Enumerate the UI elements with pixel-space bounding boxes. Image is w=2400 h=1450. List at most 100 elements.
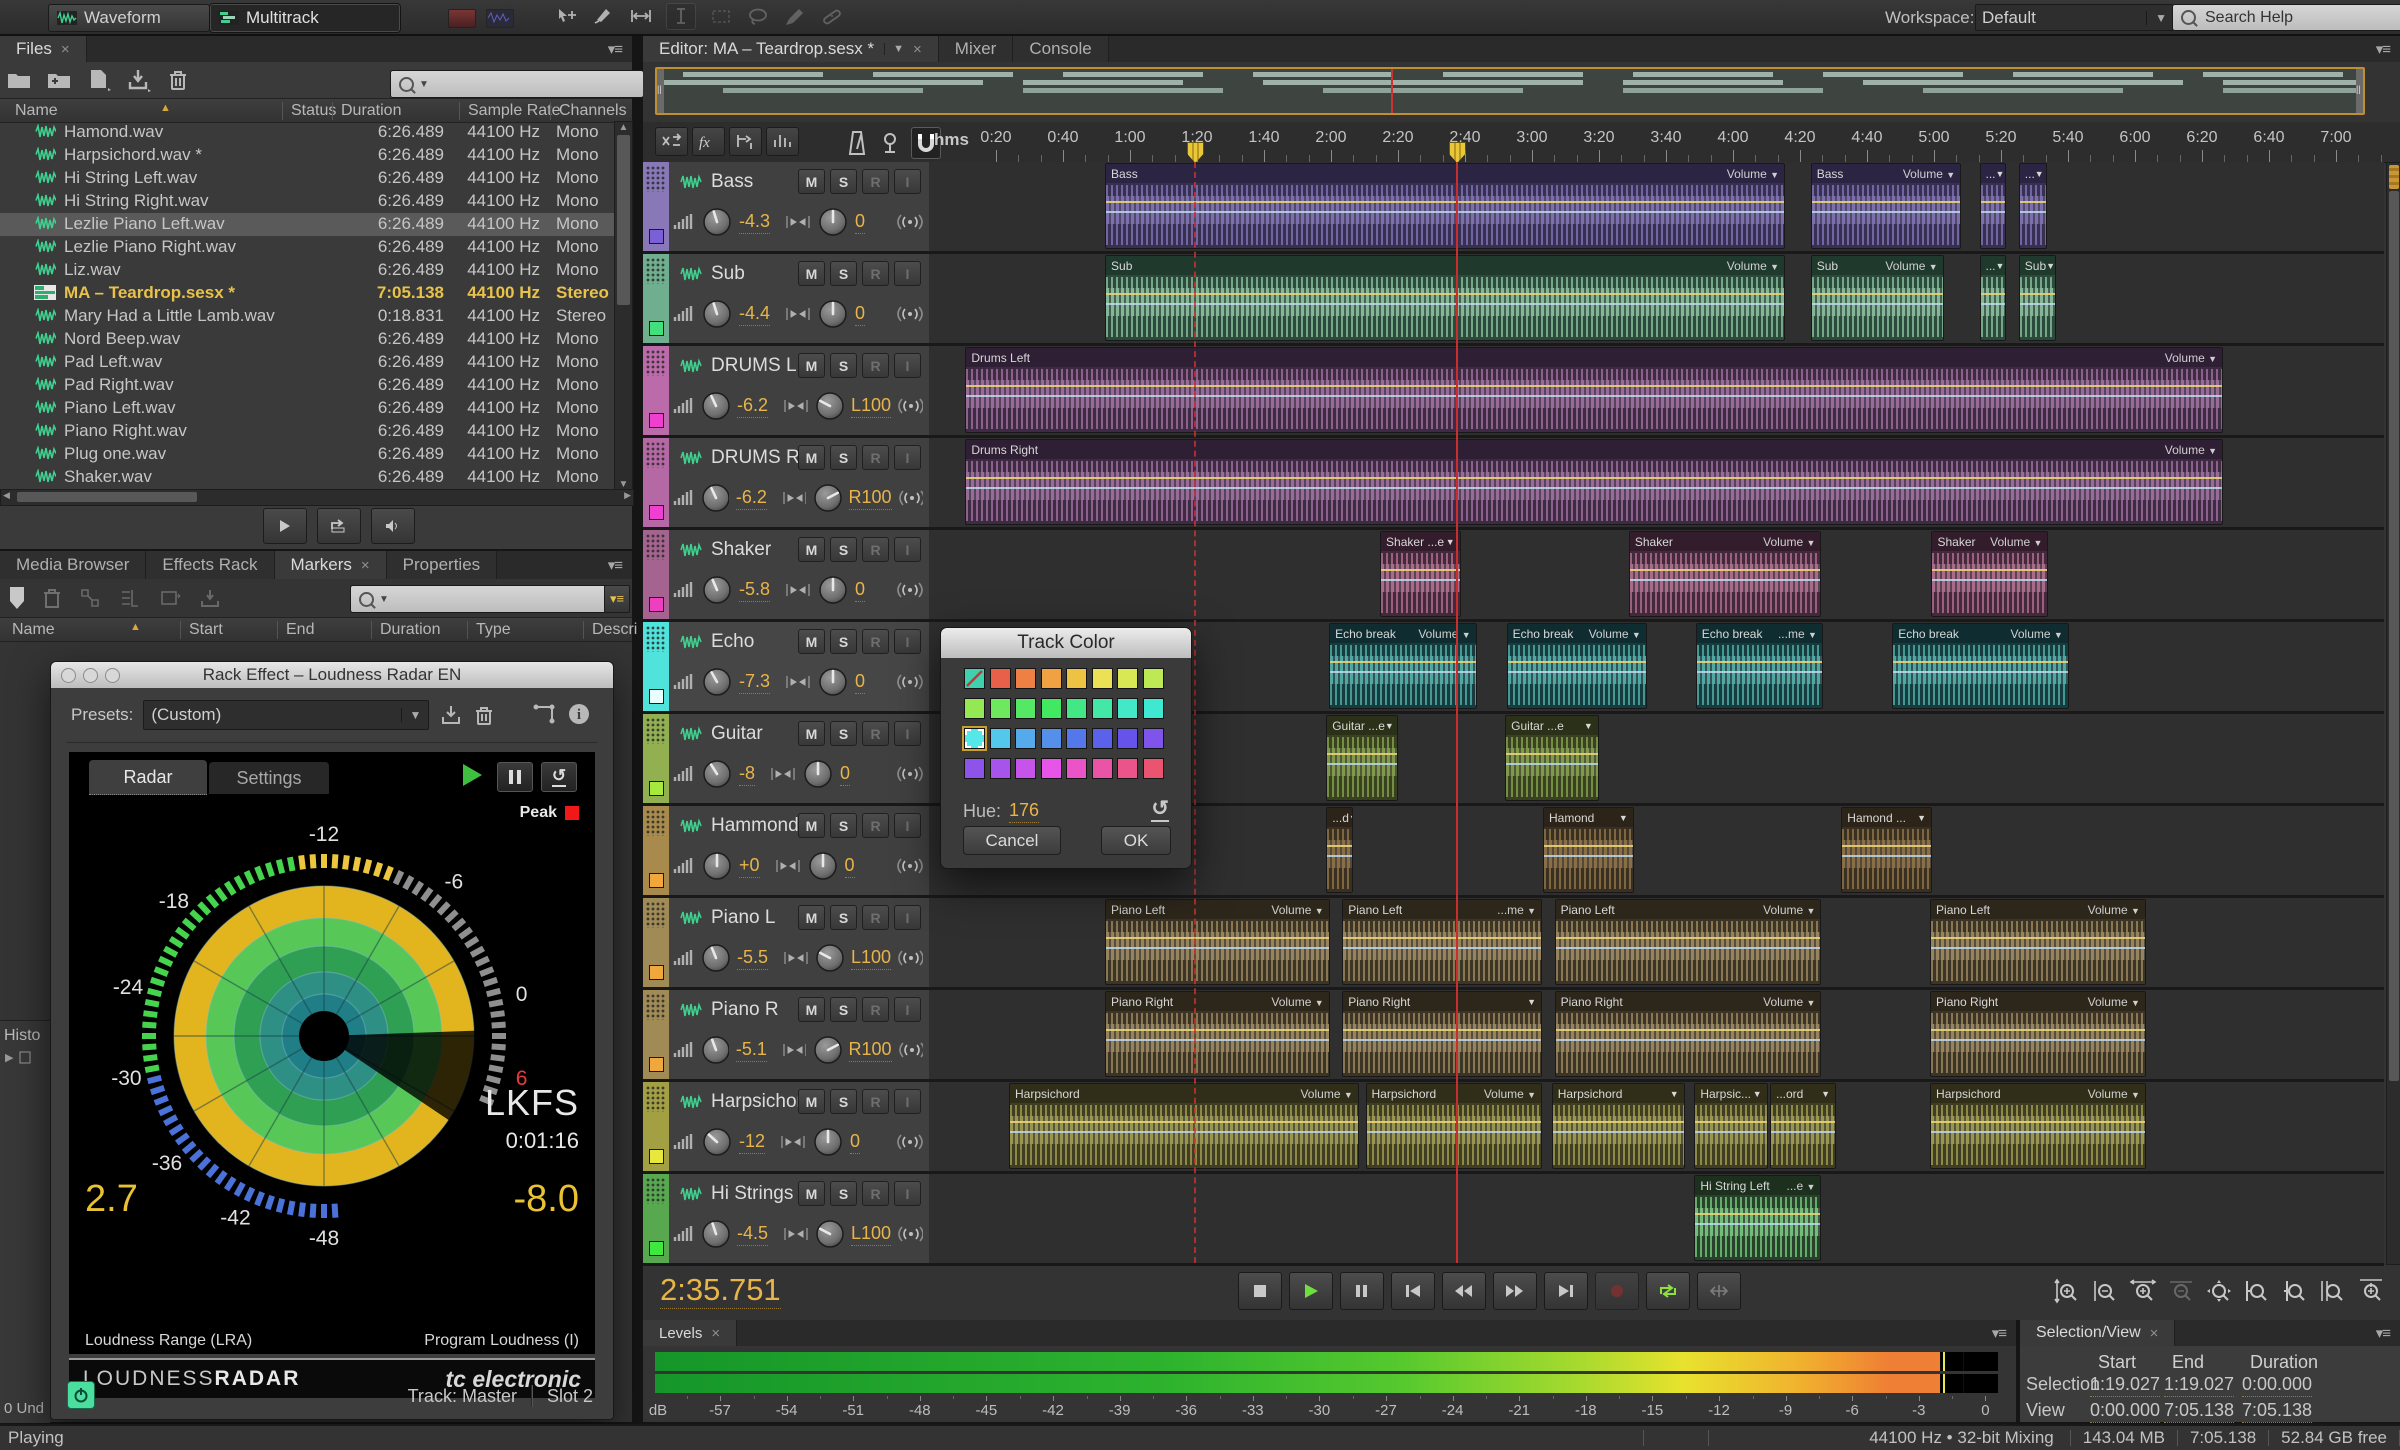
knob[interactable] — [702, 207, 732, 237]
clip[interactable]: Echo break Volume ▼ — [1892, 623, 2069, 709]
automation-read-icon[interactable] — [897, 763, 923, 785]
volume-value[interactable]: -6.2 — [735, 487, 767, 510]
volume-value[interactable]: -12 — [739, 1131, 766, 1154]
volume-envelope[interactable] — [1555, 936, 1821, 939]
mute-button[interactable]: M — [798, 905, 825, 930]
marquee-tool-icon[interactable] — [709, 6, 733, 27]
record-arm-button[interactable]: R — [862, 905, 889, 930]
clip-volume-label[interactable]: Volume ▼ — [2165, 443, 2217, 457]
clip[interactable]: Harpsichord ▼ — [1551, 1083, 1685, 1169]
volume-envelope[interactable] — [1980, 292, 2006, 295]
pan-envelope[interactable] — [1552, 1131, 1684, 1134]
markers-column-end[interactable]: End — [277, 621, 314, 639]
solo-button[interactable]: S — [830, 261, 857, 286]
zoom-out-vertical-button[interactable] — [2088, 1274, 2122, 1308]
markers-column-start[interactable]: Start — [180, 621, 223, 639]
color-swatch[interactable] — [1040, 758, 1062, 779]
track-name[interactable]: Shaker — [679, 539, 771, 561]
chevron-down-icon[interactable]: ▼ — [2046, 261, 2055, 271]
import-folder-icon[interactable] — [46, 68, 72, 92]
knob[interactable] — [818, 575, 848, 605]
clip[interactable]: Harpsichord Volume ▼ — [1009, 1083, 1359, 1169]
track-lane-hi-strings-l[interactable]: Hi String Left ...e ▼ — [929, 1174, 2384, 1266]
color-swatch[interactable] — [1091, 698, 1113, 719]
solo-button[interactable]: S — [830, 353, 857, 378]
close-icon[interactable]: × — [913, 41, 922, 58]
clip-volume-label[interactable]: Volume ▼ — [1271, 995, 1323, 1009]
clip-volume-label[interactable]: Volume ▼ — [1727, 167, 1779, 181]
pan-envelope[interactable] — [1366, 1131, 1542, 1134]
knob[interactable] — [818, 667, 848, 697]
clip-volume-label[interactable]: Volume ▼ — [1589, 627, 1641, 641]
clip[interactable]: Harpsic... ▼ — [1694, 1083, 1768, 1169]
volume-envelope[interactable] — [1327, 752, 1398, 755]
volume-value[interactable]: -5.5 — [737, 947, 769, 970]
track-color-square[interactable] — [649, 1241, 664, 1256]
record-arm-button[interactable]: R — [862, 1181, 889, 1206]
pan-envelope[interactable] — [2019, 303, 2055, 306]
pan-envelope[interactable] — [1931, 947, 2145, 950]
input-monitor-button[interactable]: I — [894, 537, 921, 562]
pan-envelope[interactable] — [966, 395, 2223, 398]
volume-envelope[interactable] — [2019, 200, 2046, 203]
solo-button[interactable]: S — [830, 721, 857, 746]
volume-envelope[interactable] — [1696, 660, 1822, 663]
volume-envelope[interactable] — [1552, 1120, 1684, 1123]
volume-value[interactable]: -5.8 — [739, 579, 771, 602]
volume-envelope[interactable] — [1106, 1028, 1329, 1031]
hue-value-field[interactable]: 176 — [1009, 800, 1040, 823]
volume-envelope[interactable] — [1931, 1120, 2145, 1123]
clip[interactable]: ...d▼ — [1326, 807, 1353, 893]
volume-envelope[interactable] — [1695, 1120, 1767, 1123]
record-arm-button[interactable]: R — [862, 997, 889, 1022]
pan-envelope[interactable] — [1770, 1131, 1835, 1134]
volume-envelope[interactable] — [1106, 200, 1785, 203]
volume-envelope[interactable] — [1695, 1212, 1821, 1215]
clip-volume-label[interactable]: Volume ▼ — [2088, 903, 2140, 917]
traffic-light-icons[interactable] — [61, 667, 120, 683]
clip[interactable]: Guitar ...e ▼ — [1326, 715, 1399, 801]
pan-value[interactable]: 0 — [850, 1131, 861, 1154]
clip[interactable]: Harpsichord Volume ▼ — [1930, 1083, 2146, 1169]
merge-markers-icon[interactable] — [118, 586, 142, 610]
color-swatch[interactable] — [964, 758, 985, 779]
automation-read-icon[interactable] — [898, 1039, 923, 1061]
color-swatch[interactable] — [989, 728, 1011, 749]
input-monitor-button[interactable]: I — [894, 445, 921, 470]
mute-button[interactable]: M — [798, 261, 825, 286]
automation-read-icon[interactable] — [898, 395, 923, 417]
files-hscrollbar[interactable]: ◀ ▶ — [0, 489, 634, 506]
pan-envelope[interactable] — [1980, 303, 2006, 306]
knob[interactable] — [818, 207, 848, 237]
panel-menu-icon[interactable]: ▾≡ — [608, 556, 632, 574]
track-name[interactable]: DRUMS L — [679, 355, 797, 377]
clip[interactable]: Hi String Left ...e ▼ — [1694, 1175, 1822, 1261]
tab-console[interactable]: Console — [1013, 36, 1109, 62]
pause-button[interactable] — [1340, 1272, 1384, 1310]
volume-value[interactable]: -6.2 — [737, 395, 769, 418]
clip[interactable]: Bass Volume ▼ — [1105, 163, 1786, 249]
automation-read-icon[interactable] — [897, 303, 923, 325]
import-markers-icon[interactable] — [198, 586, 222, 610]
automation-read-icon[interactable] — [897, 1131, 923, 1153]
knob[interactable] — [813, 483, 842, 513]
heal-tool-icon[interactable] — [820, 6, 844, 27]
volume-value[interactable]: -7.3 — [739, 671, 771, 694]
pan-value[interactable]: 0 — [855, 579, 866, 602]
volume-envelope[interactable] — [1327, 844, 1352, 847]
clip[interactable]: ... ▼ — [1979, 255, 2007, 341]
clip[interactable]: Piano Left Volume ▼ — [1930, 899, 2146, 985]
overview-right-handle[interactable]: || — [2356, 69, 2363, 113]
pan-envelope[interactable] — [1893, 671, 2068, 674]
file-row[interactable]: Pad Left.wav 6:26.489 44100 Hz Mono — [0, 351, 614, 374]
automation-icon[interactable] — [729, 127, 762, 156]
track-lane-harpsichord[interactable]: Harpsichord Volume ▼ Harpsichord Volume ▼ … — [929, 1082, 2384, 1174]
clip-volume-label[interactable]: Volume ▼ — [1990, 535, 2042, 549]
tab-settings[interactable]: Settings — [209, 762, 329, 794]
color-swatch[interactable] — [989, 698, 1011, 719]
file-row[interactable]: Nord Beep.wav 6:26.489 44100 Hz Mono — [0, 328, 614, 351]
record-arm-button[interactable]: R — [862, 629, 889, 654]
multitrack-button[interactable]: Multitrack — [209, 3, 401, 33]
file-row[interactable]: Liz.wav 6:26.489 44100 Hz Mono — [0, 259, 614, 282]
selview-value[interactable]: 0:00.000 — [2090, 1400, 2161, 1423]
